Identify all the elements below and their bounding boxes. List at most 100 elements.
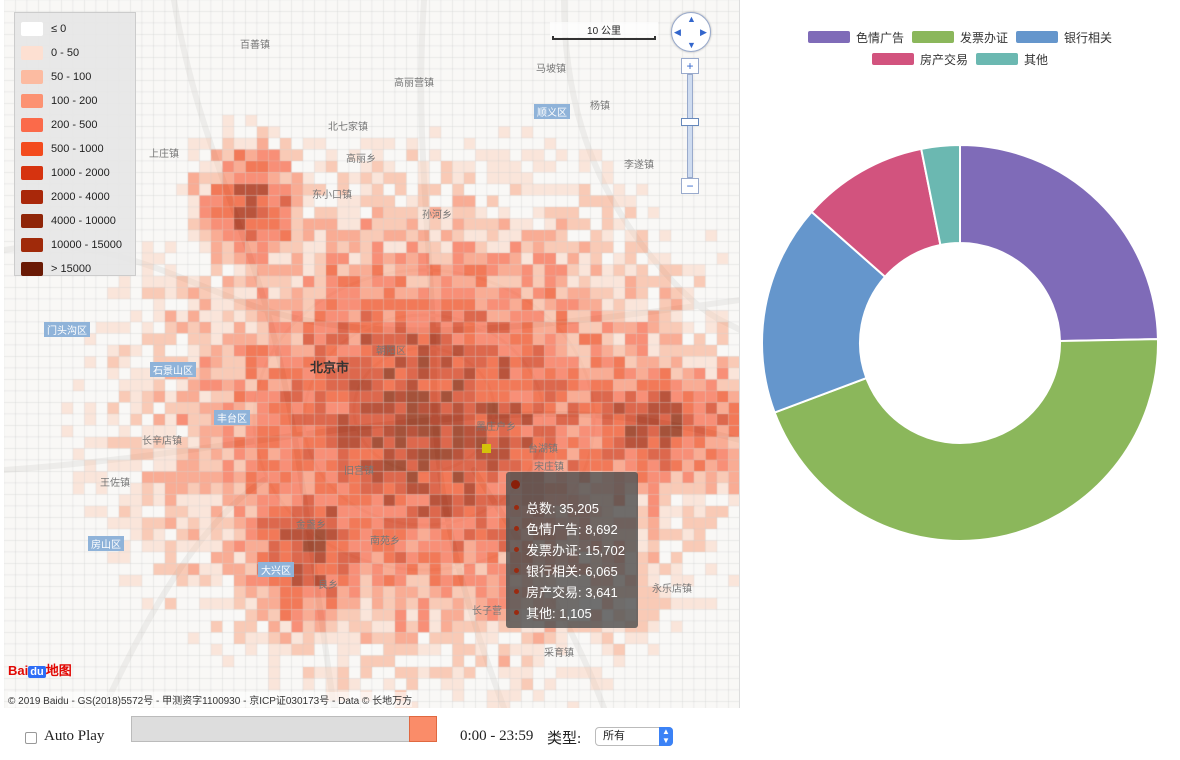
tooltip-category: 银行相关: 6,065 [526, 564, 618, 579]
type-select[interactable]: 所有 ▲ ▼ [595, 727, 673, 746]
legend-swatch [21, 70, 43, 84]
legend-swatch [21, 262, 43, 276]
pan-up-icon[interactable]: ▲ [687, 14, 696, 24]
logo-text: Bai [8, 663, 29, 678]
donut-slice-0[interactable] [959, 143, 1159, 343]
legend-row: > 15000 [21, 257, 129, 281]
legend-row: 4000 - 10000 [21, 209, 129, 233]
place-label: 台湖镇 [528, 444, 558, 455]
pan-right-icon[interactable]: ▶ [700, 27, 707, 38]
bullet-icon [514, 547, 519, 552]
place-label: 东小口镇 [312, 190, 352, 201]
donut-legend-swatch [1016, 31, 1058, 43]
place-label: 顺义区 [534, 104, 570, 119]
place-label: 南苑乡 [370, 536, 400, 547]
zoom-in-button[interactable]: + [681, 58, 699, 74]
legend-swatch [21, 166, 43, 180]
tooltip-category: 色情广告: 8,692 [526, 522, 618, 537]
legend-label: 50 - 100 [51, 71, 92, 83]
map-scale-bar: 10 公里 [550, 22, 658, 42]
tooltip-marker-icon [511, 480, 520, 489]
time-slider-handle[interactable] [409, 716, 437, 742]
legend-row: 50 - 100 [21, 65, 129, 89]
place-label: 门头沟区 [44, 322, 90, 337]
donut-legend-item[interactable]: 发票办证 [911, 29, 1008, 46]
place-label: 北七家镇 [328, 122, 368, 133]
heatmap-legend: ≤ 0 0 - 50 50 - 100 100 - 200 200 - 500 500 -… [14, 12, 136, 276]
pan-left-icon[interactable]: ◀ [674, 27, 681, 38]
place-label: 马坡镇 [536, 64, 566, 75]
donut-legend-item[interactable]: 其他 [976, 51, 1048, 68]
legend-label: 100 - 200 [51, 95, 98, 107]
donut-legend-label: 发票办证 [959, 30, 1008, 45]
tooltip-row: 发票办证: 15,702 [514, 539, 630, 560]
tooltip-row: 总数: 35,205 [514, 497, 630, 518]
tooltip-row: 银行相关: 6,065 [514, 560, 630, 581]
legend-label: > 15000 [51, 263, 92, 275]
zoom-out-button[interactable]: − [681, 178, 699, 194]
logo-text: 地图 [45, 663, 72, 678]
heatmap-map[interactable]: 百善镇 北七家镇 高丽营镇 马坡镇 顺义区 杨镇 上庄镇 东小口镇 高丽乡 孙河乡 李遂镇 门头沟区石… [4, 0, 740, 708]
donut-legend-swatch [976, 53, 1018, 65]
bullet-icon [514, 568, 519, 573]
legend-label: 0 - 50 [51, 47, 80, 59]
place-label: 长子营 [472, 606, 502, 617]
legend-swatch [21, 94, 43, 108]
place-label: 王佐镇 [100, 478, 130, 489]
donut-legend-swatch [911, 31, 954, 43]
place-label: 长辛店镇 [142, 436, 182, 447]
legend-label: 4000 - 10000 [51, 215, 116, 227]
tooltip-category: 其他: 1,105 [526, 606, 592, 621]
legend-label: 2000 - 4000 [51, 191, 110, 203]
scale-label: 10 公里 [550, 22, 658, 37]
place-label: 北京市 [310, 361, 350, 376]
time-slider-track[interactable] [131, 716, 437, 742]
legend-label: 200 - 500 [51, 119, 98, 131]
place-label: 高丽营镇 [394, 78, 434, 89]
place-label: 永乐店镇 [652, 584, 692, 595]
legend-swatch [21, 190, 43, 204]
donut-legend-item[interactable]: 房产交易 [871, 51, 968, 68]
legend-row: 1000 - 2000 [21, 161, 129, 185]
place-label: 旧宫镇 [344, 466, 374, 477]
legend-label: ≤ 0 [51, 23, 67, 35]
legend-swatch [21, 238, 43, 252]
donut-legend-row: 色情广告 发票办证 银行相关 [780, 26, 1140, 48]
zoom-slider-track[interactable] [687, 74, 693, 178]
legend-row: ≤ 0 [21, 17, 129, 41]
map-pan-control[interactable]: ▲ ▼ ◀ ▶ [671, 12, 711, 52]
tooltip-category: 房产交易: 3,641 [526, 585, 618, 600]
donut-legend-label: 其他 [1024, 52, 1049, 67]
tooltip-row: 房产交易: 3,641 [514, 581, 630, 602]
legend-swatch [21, 142, 43, 156]
donut-legend-label: 房产交易 [919, 52, 968, 67]
place-label: 高丽乡 [346, 154, 376, 165]
cell-tooltip: 总数: 35,205 色情广告: 8,692 发票办证: 15,702 银行相关… [506, 472, 638, 628]
bullet-icon [514, 526, 519, 531]
autoplay-checkbox[interactable] [25, 732, 37, 744]
place-label: 上庄镇 [149, 149, 179, 160]
time-controls: Auto Play 0:00 - 23:59 类型: 所有 ▲ ▼ [0, 712, 740, 760]
zoom-slider-handle[interactable] [681, 118, 699, 126]
time-range-text: 0:00 - 23:59 [460, 728, 534, 744]
place-label: 宋庄镇 [534, 462, 564, 473]
tooltip-category: 发票办证: 15,702 [526, 543, 625, 558]
donut-legend-swatch [871, 53, 914, 65]
pan-down-icon[interactable]: ▼ [687, 40, 696, 50]
donut-legend-item[interactable]: 色情广告 [807, 29, 904, 46]
legend-row: 2000 - 4000 [21, 185, 129, 209]
place-label: 百善镇 [240, 40, 270, 51]
place-label: 孙河乡 [422, 210, 452, 221]
legend-row: 200 - 500 [21, 113, 129, 137]
donut-legend-swatch [807, 31, 850, 43]
baidu-map-logo[interactable]: Bai du 地图 [8, 660, 72, 679]
legend-row: 10000 - 15000 [21, 233, 129, 257]
donut-legend-item[interactable]: 银行相关 [1016, 29, 1112, 46]
legend-label: 500 - 1000 [51, 143, 104, 155]
place-label: 杨镇 [590, 101, 610, 112]
select-arrows-icon[interactable]: ▲ ▼ [659, 727, 673, 746]
legend-row: 500 - 1000 [21, 137, 129, 161]
bullet-icon [514, 589, 519, 594]
scale-line [552, 36, 656, 40]
legend-label: 1000 - 2000 [51, 167, 110, 179]
